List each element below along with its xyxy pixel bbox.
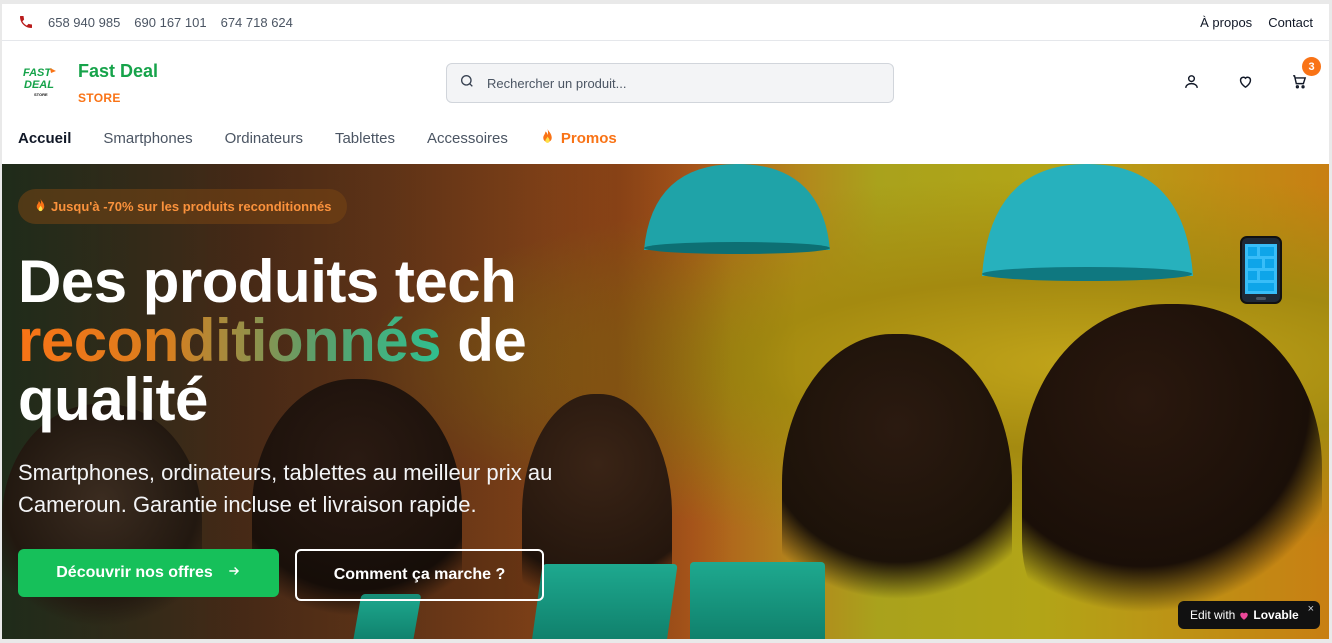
person-silhouette-4 [1022,304,1322,639]
discover-offers-label: Découvrir nos offres [56,564,213,581]
nav-item-computers[interactable]: Ordinateurs [225,130,303,147]
cart-icon[interactable]: 3 [1289,57,1321,91]
brand-subtitle: STORE [78,91,121,105]
phone-number-1[interactable]: 658 940 985 [48,15,120,30]
nav-item-smartphones[interactable]: Smartphones [103,130,192,147]
site-header: FAST DEAL STORE Fast Deal STORE 3 [2,41,1329,119]
discover-offers-button[interactable]: Découvrir nos offres [18,549,279,597]
search-box [446,63,894,103]
contact-link[interactable]: Contact [1268,15,1313,30]
phone-list: 658 940 985 690 167 101 674 718 624 [18,14,293,30]
promo-badge: Jusqu'à -70% sur les produits reconditio… [18,189,348,224]
fire-icon [34,198,47,216]
edit-with-lovable-badge[interactable]: Edit with Lovable × [1178,601,1320,629]
hero-lead: Smartphones, ordinateurs, tablettes au m… [18,460,553,517]
top-bar: 658 940 985 690 167 101 674 718 624 À pr… [2,4,1329,41]
svg-text:DEAL: DEAL [24,79,54,91]
header-actions: 3 [1181,57,1321,91]
hero-title-line3: qualité [18,366,208,433]
top-links: À propos Contact [1200,15,1313,30]
search-input[interactable] [487,75,881,91]
lovable-brand: Lovable [1253,608,1299,622]
close-icon[interactable]: × [1308,603,1314,615]
hero-title-after: de [457,307,527,374]
svg-text:FAST: FAST [23,67,52,79]
lovable-prefix: Edit with [1190,608,1236,622]
how-it-works-button[interactable]: Comment ça marche ? [295,549,544,601]
arrow-right-icon [227,564,241,583]
laptop-1 [531,564,678,639]
hero-title-highlight: reconditionnés [18,307,442,374]
main-nav: Accueil Smartphones Ordinateurs Tablette… [18,128,617,149]
phone-number-3[interactable]: 674 718 624 [221,15,293,30]
promo-badge-text: Jusqu'à -70% sur les produits reconditio… [51,199,332,214]
nav-item-tablets[interactable]: Tablettes [335,130,395,147]
hero-title: Des produits tech reconditionnés de qual… [18,252,658,430]
about-link[interactable]: À propos [1200,15,1252,30]
user-icon[interactable] [1181,71,1201,91]
nav-promos-label: Promos [560,130,617,147]
phone-icon [18,14,34,30]
svg-text:STORE: STORE [34,92,48,97]
nav-item-home[interactable]: Accueil [18,130,71,147]
cart-count-badge: 3 [1302,57,1321,76]
hero-banner: Jusqu'à -70% sur les produits reconditio… [2,164,1329,639]
laptop-2 [690,562,825,639]
mobile-phone-icon [1240,236,1282,304]
person-silhouette-5 [2,404,202,639]
logo[interactable]: FAST DEAL STORE [20,61,60,101]
lovable-heart-icon [1239,610,1249,620]
fire-icon [540,128,555,149]
lamp-left [644,164,830,254]
heart-icon[interactable] [1235,71,1255,91]
nav-item-promos[interactable]: Promos [540,128,617,149]
phone-number-2[interactable]: 690 167 101 [134,15,206,30]
search-icon [459,73,475,94]
lamp-right [982,164,1193,281]
brand-name[interactable]: Fast Deal [78,61,158,82]
browser-page: 658 940 985 690 167 101 674 718 624 À pr… [2,4,1329,639]
hero-title-line1: Des produits tech [18,248,517,315]
nav-item-accessories[interactable]: Accessoires [427,130,508,147]
